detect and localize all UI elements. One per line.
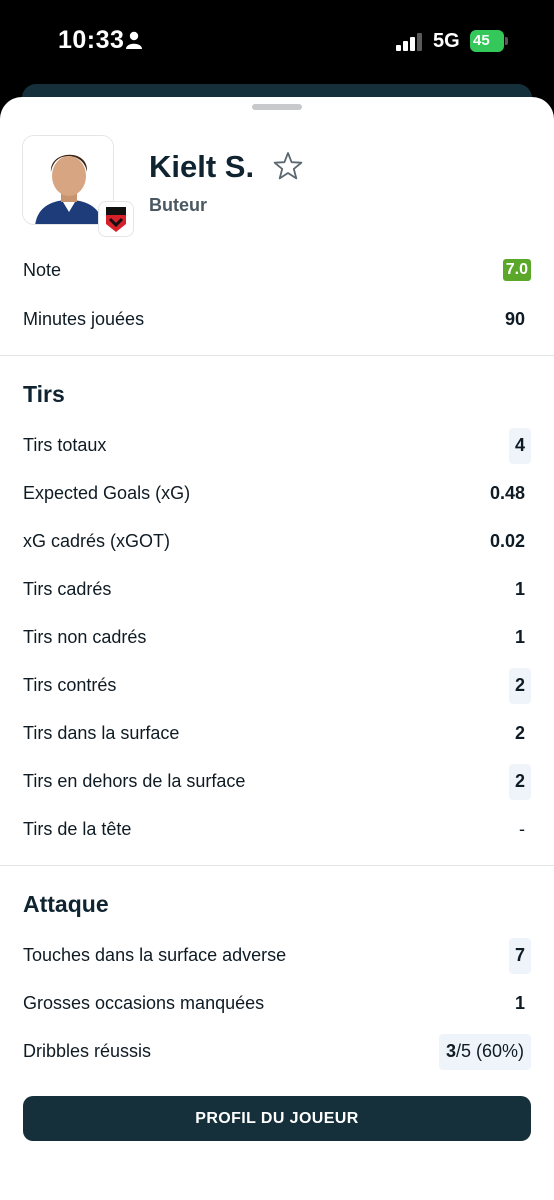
stat-value: 0.48 — [489, 483, 525, 503]
stat-row: Tirs contrés 2 — [23, 668, 531, 704]
favorite-star-icon[interactable] — [272, 150, 304, 182]
status-bar: 10:33 5G 45 — [0, 0, 554, 84]
stat-row: Tirs cadrés 1 — [23, 572, 531, 608]
battery-icon: 45 — [470, 30, 508, 52]
dribbles-success: 3 — [445, 1041, 456, 1061]
stat-row: Tirs de la tête - — [23, 812, 531, 848]
stat-value: 1 — [514, 993, 525, 1013]
stat-row: Dribbles réussis 3/5 (60%) — [23, 1034, 531, 1070]
person-icon — [126, 31, 142, 49]
stat-row: Tirs en dehors de la surface 2 — [23, 764, 531, 800]
dribbles-total: /5 (60%) — [455, 1041, 524, 1061]
stat-value: 1 — [514, 627, 525, 647]
stat-value: 2 — [508, 668, 531, 704]
stat-label: Tirs en dehors de la surface — [23, 771, 246, 791]
stat-label: Tirs dans la surface — [23, 723, 180, 743]
stat-value: 90 — [504, 309, 525, 329]
stat-label: Minutes jouées — [23, 309, 145, 329]
stat-value: - — [519, 819, 525, 839]
player-stats-sheet[interactable]: Kielt S. Buteur Note 7.0 Minutes jouées … — [0, 97, 554, 1200]
stat-label: Grosses occasions manquées — [23, 993, 265, 1013]
stat-label: Expected Goals (xG) — [23, 483, 191, 503]
stat-row: Tirs non cadrés 1 — [23, 620, 531, 656]
stat-row-minutes: Minutes jouées 90 — [23, 302, 531, 338]
stat-label: Touches dans la surface adverse — [23, 945, 287, 965]
stat-value: 0.02 — [489, 531, 525, 551]
stat-value: 4 — [508, 428, 531, 464]
stat-label: Note — [23, 260, 62, 280]
stat-row-rating: Note 7.0 — [23, 253, 531, 289]
stat-row: Tirs totaux 4 — [23, 428, 531, 464]
stat-row: Expected Goals (xG) 0.48 — [23, 476, 531, 512]
rating-badge: 7.0 — [502, 259, 531, 281]
stat-value: 2 — [514, 723, 525, 743]
section-title-attack: Attaque — [23, 891, 109, 917]
stat-label: Tirs non cadrés — [23, 627, 147, 647]
stat-value: 7 — [508, 938, 531, 974]
team-badge[interactable] — [98, 201, 134, 237]
stat-label: xG cadrés (xGOT) — [23, 531, 171, 551]
stat-row: xG cadrés (xGOT) 0.02 — [23, 524, 531, 560]
stat-row: Grosses occasions manquées 1 — [23, 986, 531, 1022]
stat-label: Tirs de la tête — [23, 819, 132, 839]
divider — [0, 865, 554, 866]
player-name: Kielt S. — [149, 149, 255, 184]
stat-label: Dribbles réussis — [23, 1041, 152, 1061]
stat-value: 1 — [514, 579, 525, 599]
sheet-grabber[interactable] — [252, 104, 302, 110]
stat-row: Tirs dans la surface 2 — [23, 716, 531, 752]
stat-label: Tirs cadrés — [23, 579, 112, 599]
team-crest-icon — [106, 207, 126, 232]
section-title-shots: Tirs — [23, 381, 65, 407]
status-time: 10:33 — [58, 26, 125, 54]
stat-row: Touches dans la surface adverse 7 — [23, 938, 531, 974]
player-position: Buteur — [149, 195, 207, 215]
stat-label: Tirs contrés — [23, 675, 117, 695]
battery-level: 45 — [470, 30, 504, 52]
divider — [0, 355, 554, 356]
player-profile-button[interactable]: PROFIL DU JOUEUR — [23, 1096, 531, 1141]
network-label: 5G — [433, 30, 460, 52]
stat-value: 2 — [508, 764, 531, 800]
stat-label: Tirs totaux — [23, 435, 107, 455]
signal-icon — [396, 33, 422, 51]
stat-value: 3/5 (60%) — [438, 1034, 531, 1070]
